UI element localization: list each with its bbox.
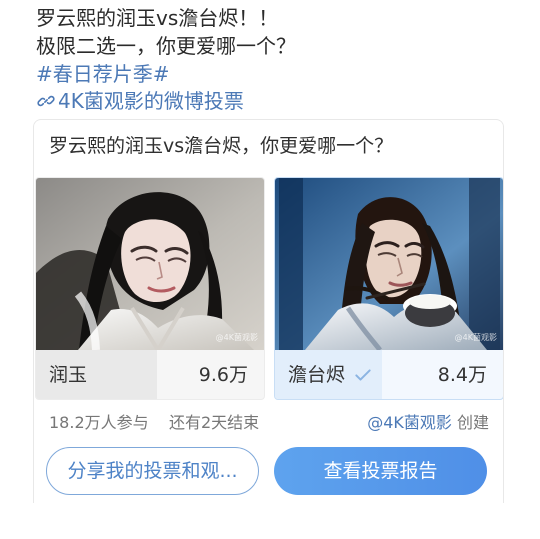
tantaijin-option-label: 澹台烬 bbox=[288, 364, 346, 386]
tantaijin-photo-watermark: @4K菌观影 bbox=[454, 333, 497, 342]
runyu-photo: @4K菌观影 bbox=[36, 178, 264, 350]
weibo-vote-link[interactable]: 4K菌观影的微博投票 bbox=[36, 88, 244, 114]
overlay-logo bbox=[358, 466, 498, 502]
tantaijin-photo: @4K菌观影 bbox=[275, 178, 503, 350]
weibo-vote-link-label: 4K菌观影的微博投票 bbox=[58, 89, 244, 113]
poll-question: 罗云熙的润玉vs澹台烬，你更爱哪一个？ bbox=[49, 135, 394, 157]
poll-creator: @4K菌观影 创建 bbox=[367, 412, 489, 434]
poll-option-tantaijin[interactable]: @4K菌观影 澹台烬 8.4万 bbox=[274, 177, 503, 400]
tantaijin-option-label-wrap: 澹台烬 bbox=[288, 363, 373, 387]
bottom-white-area bbox=[0, 503, 540, 539]
weibo-poll-post: 罗云熙的润玉vs澹台烬！！ 极限二选一，你更爱哪一个？ #春日荐片季# 4K菌观… bbox=[0, 0, 540, 539]
runyu-photo-watermark: @4K菌观影 bbox=[215, 333, 258, 342]
runyu-vote-count: 9.6万 bbox=[198, 364, 248, 386]
poll-status: 18.2万人参与 还有2天结束 bbox=[49, 412, 259, 434]
post-text-line-2: 极限二选一，你更爱哪一个？ bbox=[36, 34, 296, 58]
post-text-line-1: 罗云熙的润玉vs澹台烬！！ bbox=[36, 6, 279, 30]
hashtag-link[interactable]: #春日荐片季# bbox=[36, 61, 170, 87]
poll-option-runyu[interactable]: @4K菌观影 润玉 9.6万 bbox=[35, 177, 265, 400]
creator-account-link[interactable]: @4K菌观影 bbox=[367, 413, 452, 432]
runyu-option-label: 润玉 bbox=[49, 364, 88, 386]
participants-count: 18.2万人参与 bbox=[49, 413, 149, 432]
link-icon bbox=[36, 91, 56, 111]
creator-action: 创建 bbox=[456, 413, 489, 432]
check-icon bbox=[353, 365, 373, 385]
poll-card: 罗云熙的润玉vs澹台烬，你更爱哪一个？ @4K菌观影 润玉 9.6万 @4K菌观… bbox=[33, 119, 504, 520]
time-left: 还有2天结束 bbox=[169, 413, 260, 432]
post-content: 罗云熙的润玉vs澹台烬！！ 极限二选一，你更爱哪一个？ #春日荐片季# 4K菌观… bbox=[0, 0, 540, 539]
share-vote-button[interactable]: 分享我的投票和观... bbox=[46, 447, 259, 495]
tantaijin-vote-count: 8.4万 bbox=[437, 364, 487, 386]
